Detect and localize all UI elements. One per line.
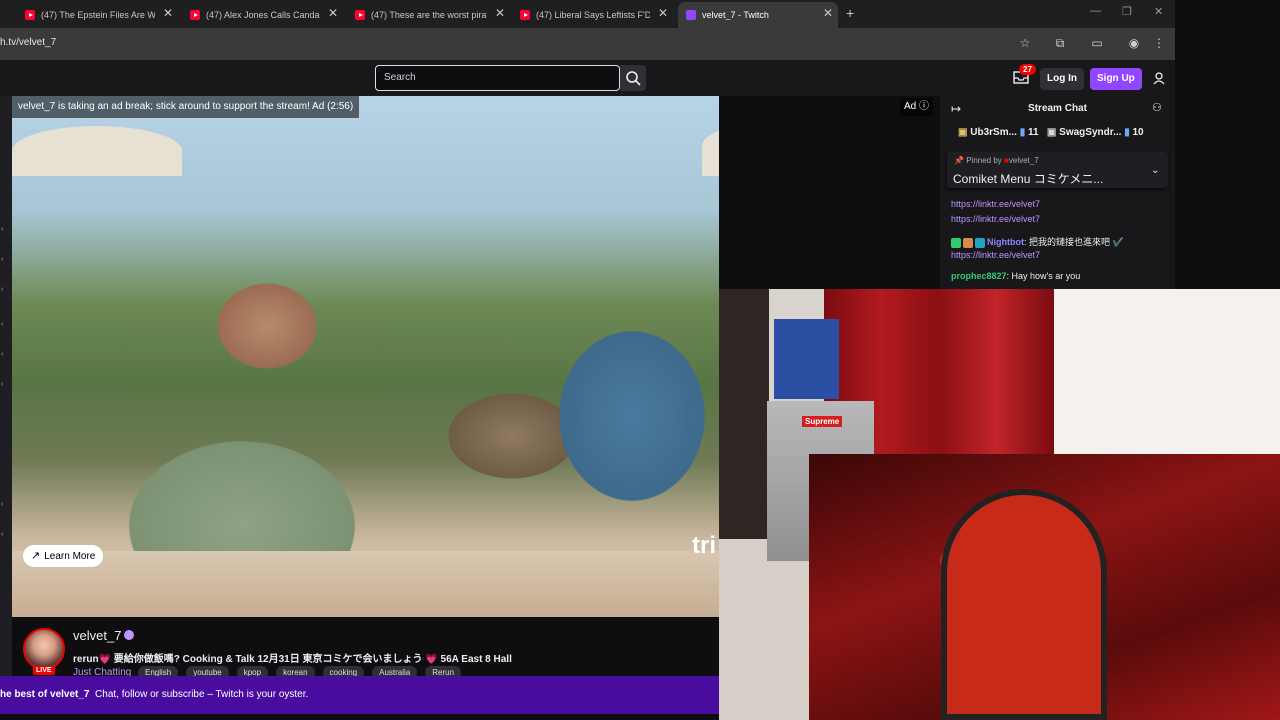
gifter-count: 11 <box>1028 127 1039 138</box>
login-button[interactable]: Log In <box>1040 68 1084 90</box>
minimize-icon[interactable]: — <box>1090 5 1101 17</box>
browser-tab-bar: (47) The Epstein Files Are Way ✕ (47) Al… <box>0 0 1175 28</box>
twitch-favicon-icon <box>686 10 696 20</box>
dark-shelf <box>719 289 769 549</box>
extensions-icon[interactable]: ⧉ <box>1053 36 1067 50</box>
ad-tag-label: Ad <box>904 101 917 112</box>
search-placeholder: Search <box>384 72 416 83</box>
pinned-by: 📌 Pinned by ■velvet_7 <box>954 156 1039 165</box>
community-icon[interactable]: ⚇ <box>1152 101 1162 114</box>
signup-promo-banner: he best of velvet_7 Chat, follow or subs… <box>0 676 719 714</box>
youtube-favicon-icon <box>190 10 200 20</box>
verified-icon <box>124 630 134 640</box>
youtube-favicon-icon <box>520 10 530 20</box>
pinned-message[interactable]: 📌 Pinned by ■velvet_7 Comiket Menu コミケメニ… <box>947 152 1168 188</box>
signup-button[interactable]: Sign Up <box>1090 68 1142 90</box>
tab-title: (47) Alex Jones Calls Candace C <box>206 10 320 20</box>
chat-message: https://linktr.ee/velvet7 <box>951 214 1041 224</box>
fridge-sticker: Supreme <box>802 416 843 427</box>
bot-badge-icon <box>975 237 985 248</box>
video-player[interactable] <box>12 96 719 617</box>
tab-title: (47) These are the worst pirates <box>371 10 487 20</box>
info-icon: ⓘ <box>919 101 930 112</box>
stream-title: rerun💗 要給你做飯嗎? Cooking & Talk 12月31日 東京コ… <box>73 654 512 665</box>
chat-title: Stream Chat <box>1028 103 1087 114</box>
browser-tab-4[interactable]: (47) Liberal Says Leftists F'D UP <box>520 4 650 26</box>
tab-title: (47) The Epstein Files Are Way <box>41 10 155 20</box>
chat-message: https://linktr.ee/velvet7 <box>951 250 1041 260</box>
ad-tag[interactable]: Ad ⓘ <box>900 98 934 116</box>
youtube-favicon-icon <box>355 10 365 20</box>
browser-tab-active[interactable]: velvet_7 - Twitch <box>678 2 838 28</box>
chat-header: ↦ Stream Chat ⚇ <box>940 96 1175 122</box>
blue-box <box>774 319 839 399</box>
tab-title: velvet_7 - Twitch <box>702 10 769 20</box>
browser-tab-3[interactable]: (47) These are the worst pirates <box>355 4 487 26</box>
url-field[interactable]: h.tv/velvet_7 <box>0 37 56 48</box>
tab-title: (47) Liberal Says Leftists F'D UP <box>536 10 650 20</box>
promo-text: he best of velvet_7 Chat, follow or subs… <box>0 689 309 700</box>
gift-icon: ▣ <box>958 127 968 138</box>
new-tab-button[interactable]: + <box>846 5 854 21</box>
profile-icon[interactable]: ◉ <box>1127 36 1141 50</box>
external-arrow-icon: ↗ <box>31 550 41 562</box>
ad-overlay-text: tri <box>692 532 716 559</box>
umbrella-shape <box>12 126 182 176</box>
twitch-top-nav: Search 27 Log In Sign Up <box>0 60 1175 96</box>
pin-icon: 📌 <box>954 156 964 165</box>
browser-tab-2[interactable]: (47) Alex Jones Calls Candace C <box>190 4 320 26</box>
verified-badge-icon <box>951 237 961 248</box>
umbrella-shape <box>702 116 719 176</box>
top-gifters: ▣ Ub3rSm... ▮ 11 ▣ SwagSyndr... ▮ 10 <box>958 127 1144 138</box>
gift-icon: ▣ <box>1046 127 1057 138</box>
youtube-favicon-icon <box>25 10 35 20</box>
channel-name[interactable]: velvet_7 <box>73 628 121 643</box>
tab-close-icon[interactable]: ✕ <box>495 6 505 20</box>
table-surface <box>12 551 719 617</box>
chat-message: Nightbot: 把我的鏈接也進來吧 ✔️ <box>951 235 1124 248</box>
learn-more-button[interactable]: ↗ Learn More <box>23 545 104 567</box>
search-button[interactable] <box>620 65 646 91</box>
search-icon <box>626 71 641 86</box>
pinned-text: Comiket Menu コミケメニ... <box>953 172 1104 186</box>
live-badge: LIVE <box>33 666 55 675</box>
gifter-name[interactable]: SwagSyndr... <box>1059 127 1121 138</box>
tab-close-icon[interactable]: ✕ <box>163 6 173 20</box>
side-nav-rail[interactable]: ‹ ‹ ‹ ‹ ‹ ‹ ‹ ‹ <box>0 96 12 676</box>
browser-menu-icon[interactable]: ⋮ <box>1152 36 1166 50</box>
tab-close-icon[interactable]: ✕ <box>328 6 338 20</box>
learn-more-label: Learn More <box>44 551 96 562</box>
webcam-overlay-video[interactable]: Supreme <box>719 289 1280 720</box>
gifter-name[interactable]: Ub3rSm... <box>970 127 1017 138</box>
user-menu-icon[interactable] <box>1152 71 1166 85</box>
channel-avatar[interactable] <box>23 628 65 670</box>
bookmark-star-icon[interactable]: ☆ <box>1018 36 1032 50</box>
ad-break-notice: velvet_7 is taking an ad break; stick ar… <box>12 96 360 118</box>
search-input[interactable]: Search <box>375 65 620 91</box>
restore-icon[interactable]: ❐ <box>1122 5 1132 18</box>
tab-close-icon[interactable]: ✕ <box>823 6 833 20</box>
chat-message: https://linktr.ee/velvet7 <box>951 199 1041 209</box>
sub-icon: ▮ <box>1124 127 1130 138</box>
white-wall <box>1050 289 1280 459</box>
address-bar: h.tv/velvet_7 ☆ ⧉ ▭ ◉ ⋮ <box>0 28 1175 60</box>
browser-tab-1[interactable]: (47) The Epstein Files Are Way <box>25 4 155 26</box>
chevron-down-icon[interactable]: ⌄ <box>1151 165 1159 176</box>
window-close-icon[interactable]: ✕ <box>1154 5 1163 18</box>
notification-badge: 27 <box>1019 64 1036 75</box>
gifter-count: 10 <box>1132 127 1144 138</box>
sub-icon: ▮ <box>1019 127 1026 138</box>
stream-chat: ↦ Stream Chat ⚇ ▣ Ub3rSm... ▮ 11 ▣ SwagS… <box>940 96 1175 290</box>
chat-message: prophec8827: Hay how's ar you <box>951 271 1081 281</box>
red-chair <box>941 489 1107 720</box>
cast-icon[interactable]: ▭ <box>1090 36 1104 50</box>
tab-close-icon[interactable]: ✕ <box>658 6 668 20</box>
emote-icon <box>963 237 973 248</box>
